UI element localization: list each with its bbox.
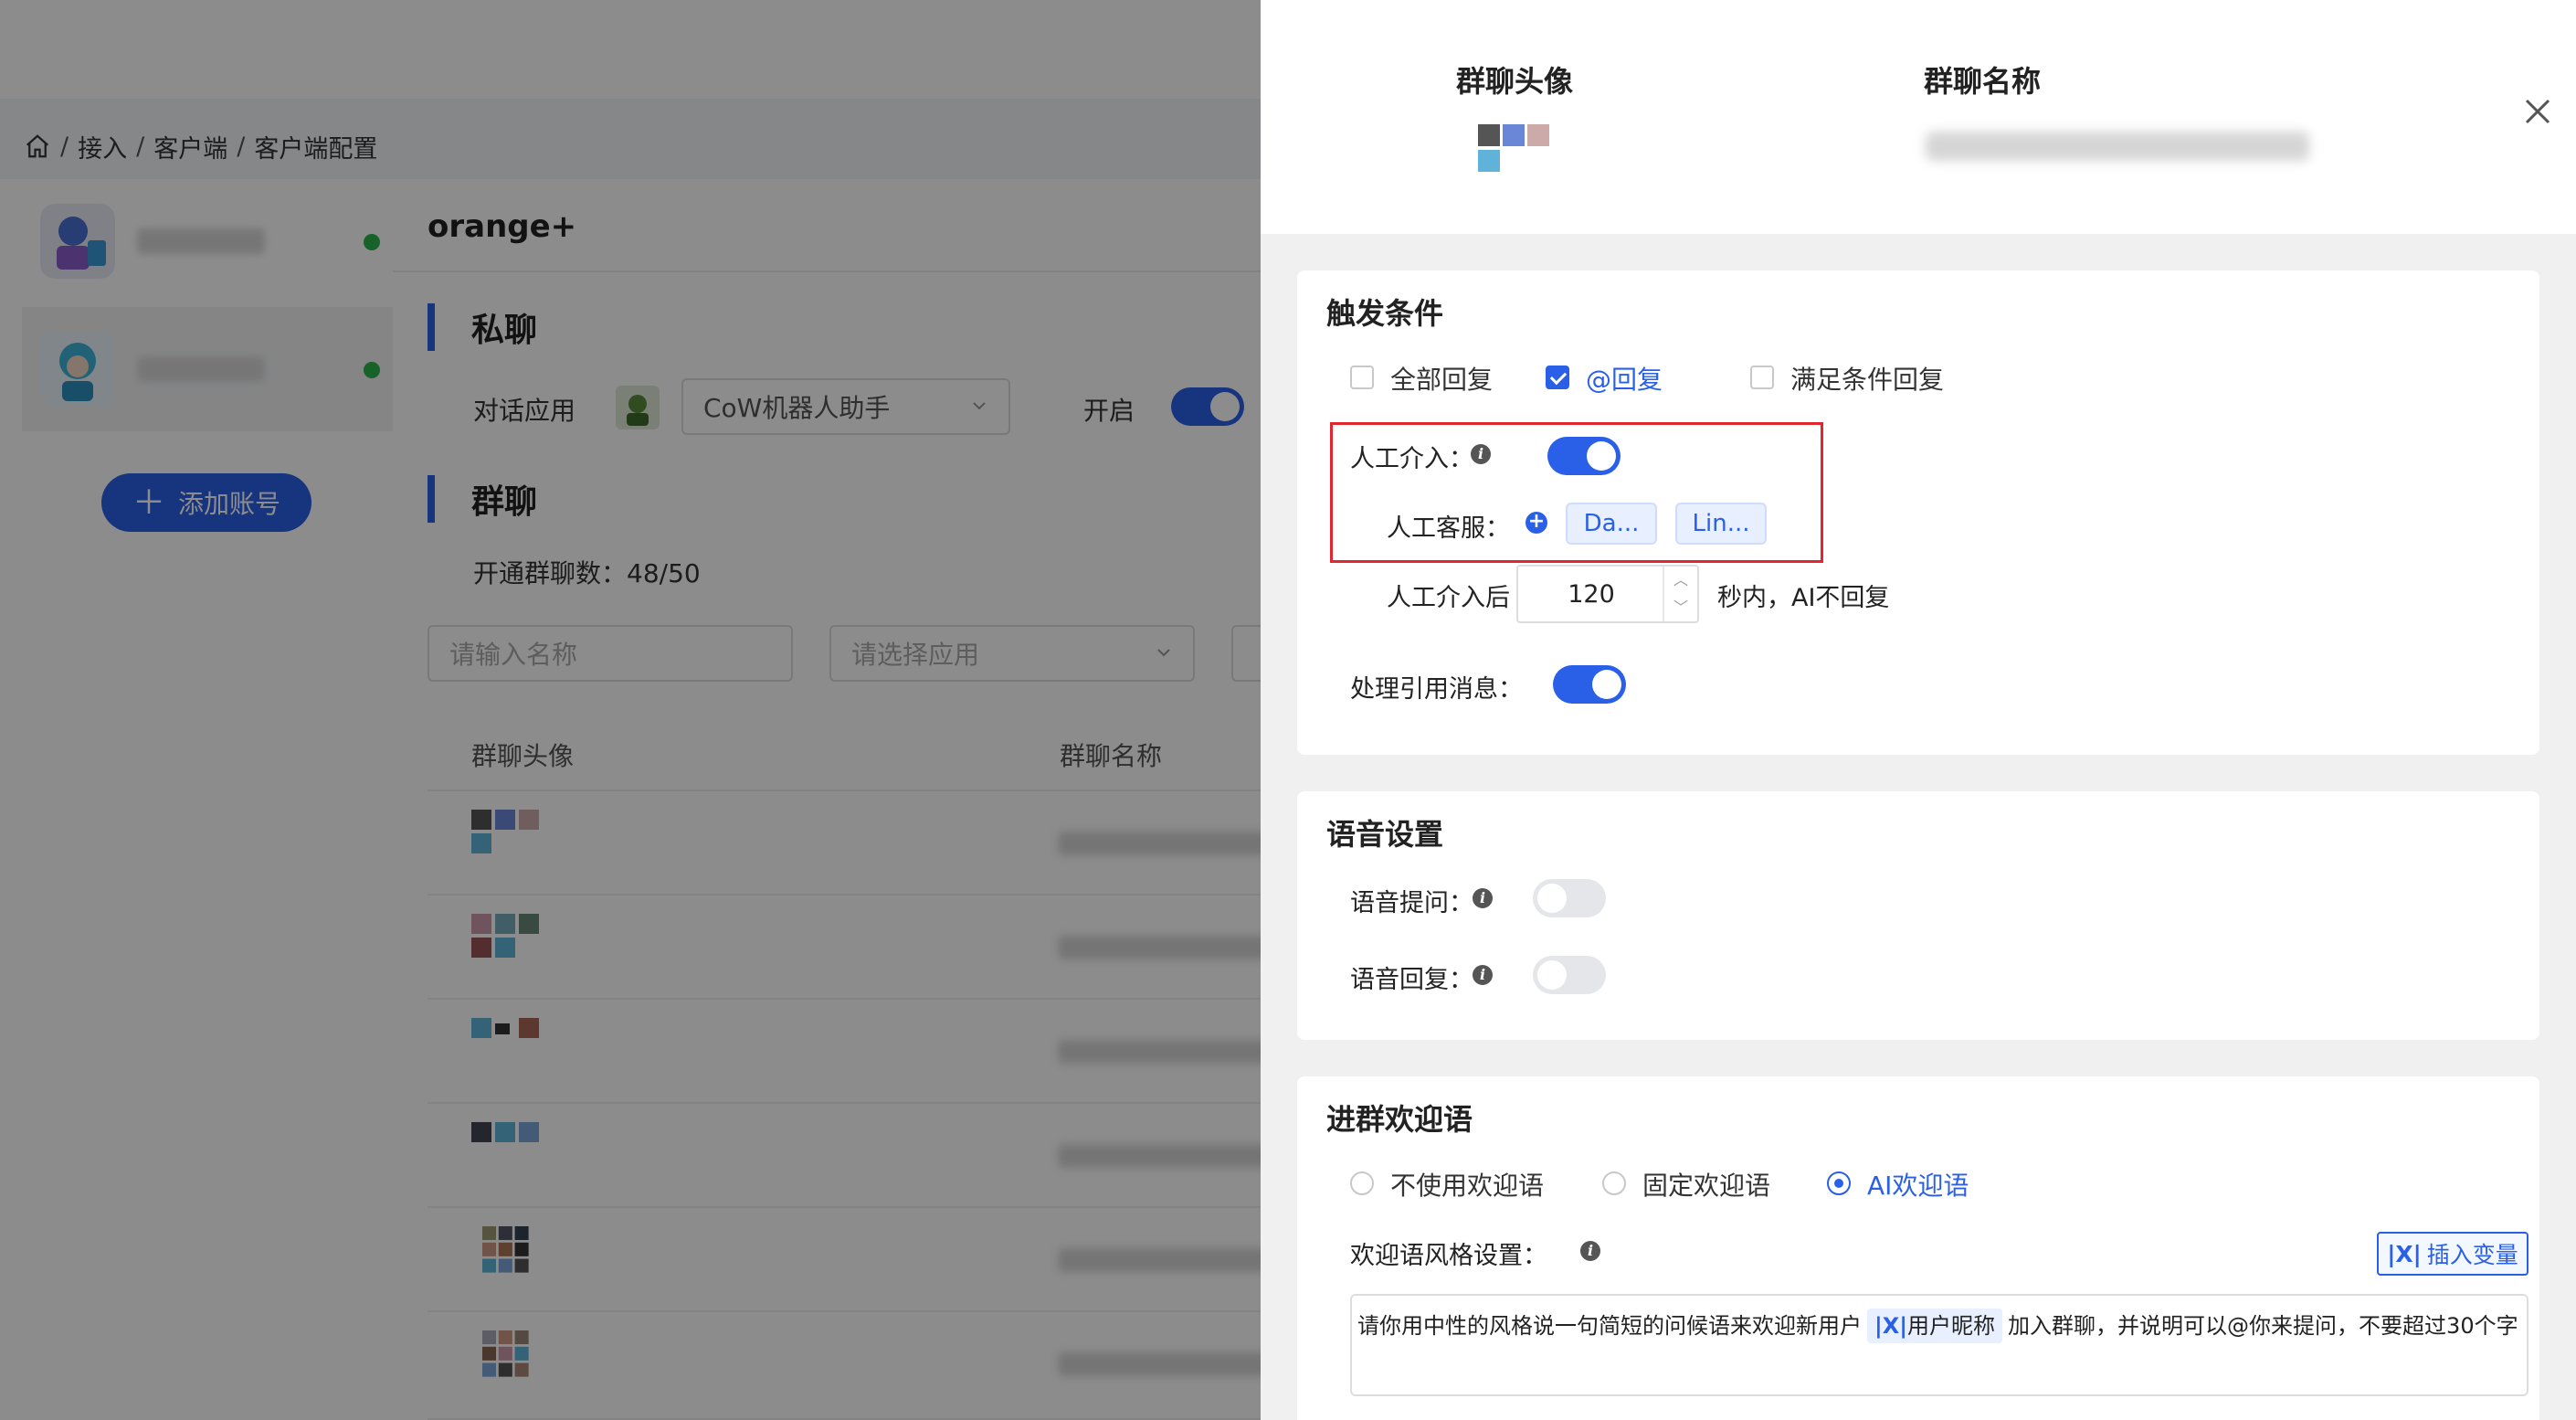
option-condition-reply[interactable]: 满足条件回复 bbox=[1790, 360, 1944, 397]
group-config-drawer: 群聊头像 群聊名称 触发条件 全部回复 @回复 满足条件回复 人工介入： i 人… bbox=[1261, 0, 2576, 1420]
seconds-value[interactable]: 120 bbox=[1518, 567, 1664, 621]
after-intervention-label: 人工介入后 bbox=[1387, 584, 1510, 612]
voice-settings-card: 语音设置 语音提问： i 语音回复： i bbox=[1297, 791, 2539, 1040]
trigger-title: 触发条件 bbox=[1326, 296, 1444, 331]
voice-reply-label: 语音回复： bbox=[1350, 966, 1473, 994]
welcome-title: 进群欢迎语 bbox=[1326, 1102, 1473, 1137]
variable-chip[interactable]: |X|用户昵称 bbox=[1867, 1309, 2003, 1343]
welcome-style-label: 欢迎语风格设置： bbox=[1350, 1242, 1547, 1270]
group-avatar bbox=[1478, 124, 1549, 172]
checkbox-condition-reply[interactable] bbox=[1750, 366, 1774, 389]
option-ai-welcome[interactable]: AI欢迎语 bbox=[1867, 1166, 1969, 1203]
stepper-arrows[interactable]: ︿ ﹀ bbox=[1663, 567, 1697, 621]
checkbox-at-reply[interactable] bbox=[1546, 366, 1569, 389]
radio-ai-welcome[interactable] bbox=[1827, 1171, 1851, 1195]
close-icon[interactable] bbox=[2521, 95, 2554, 128]
checkbox-all-reply[interactable] bbox=[1350, 366, 1374, 389]
variable-icon: |X| bbox=[1874, 1313, 1908, 1339]
option-fixed-welcome[interactable]: 固定欢迎语 bbox=[1642, 1166, 1770, 1203]
after-intervention-suffix: 秒内，AI不回复 bbox=[1717, 584, 1890, 612]
radio-fixed-welcome[interactable] bbox=[1602, 1171, 1626, 1195]
voice-ask-label: 语音提问： bbox=[1350, 889, 1473, 917]
radio-no-welcome[interactable] bbox=[1350, 1171, 1374, 1195]
insert-variable-button[interactable]: |X| 插入变量 bbox=[2377, 1232, 2528, 1276]
group-name-blurred bbox=[1926, 132, 2309, 161]
drawer-name-header: 群聊名称 bbox=[1924, 64, 2042, 99]
option-at-reply[interactable]: @回复 bbox=[1586, 360, 1663, 397]
drawer-avatar-header: 群聊头像 bbox=[1456, 64, 1574, 99]
modal-backdrop[interactable] bbox=[0, 0, 1261, 1420]
prompt-text-after: 加入群聊，并说明可以@你来提问，不要超过30个字 bbox=[2008, 1313, 2518, 1339]
chevron-up-icon[interactable]: ︿ bbox=[1664, 567, 1697, 594]
info-icon[interactable]: i bbox=[1580, 1241, 1600, 1261]
chevron-down-icon[interactable]: ﹀ bbox=[1664, 594, 1697, 621]
option-all-reply[interactable]: 全部回复 bbox=[1390, 360, 1493, 397]
voice-reply-toggle[interactable] bbox=[1533, 956, 1606, 994]
option-no-welcome[interactable]: 不使用欢迎语 bbox=[1390, 1166, 1544, 1203]
quote-message-label: 处理引用消息： bbox=[1350, 675, 1523, 704]
prompt-text-before: 请你用中性的风格说一句简短的问候语来欢迎新用户 bbox=[1357, 1313, 1862, 1339]
voice-ask-toggle[interactable] bbox=[1533, 879, 1606, 917]
voice-title: 语音设置 bbox=[1326, 817, 1444, 852]
quote-message-toggle[interactable] bbox=[1553, 665, 1626, 704]
info-icon[interactable]: i bbox=[1473, 888, 1493, 908]
seconds-stepper[interactable]: 120 ︿ ﹀ bbox=[1516, 565, 1699, 623]
highlight-box bbox=[1330, 422, 1823, 563]
welcome-style-textarea[interactable]: 请你用中性的风格说一句简短的问候语来欢迎新用户 |X|用户昵称 加入群聊，并说明可以… bbox=[1350, 1294, 2528, 1396]
variable-icon: |X| bbox=[2387, 1240, 2422, 1267]
info-icon[interactable]: i bbox=[1473, 965, 1493, 985]
drawer-header: 群聊头像 群聊名称 bbox=[1261, 0, 2576, 234]
